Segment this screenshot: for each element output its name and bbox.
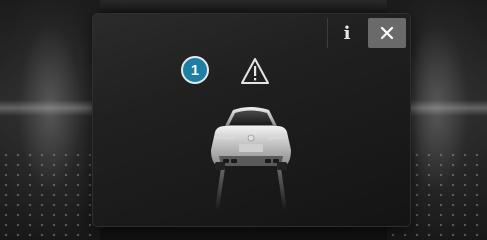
info-button[interactable]: i (327, 18, 366, 48)
close-button[interactable] (368, 18, 406, 48)
dialog-toolbar: i (327, 18, 406, 48)
callout-badge: 1 (181, 56, 209, 84)
left-panel-highlight (0, 100, 100, 116)
info-icon: i (343, 22, 351, 44)
left-dashboard-panel (0, 0, 100, 240)
left-speaker-grille (0, 150, 100, 240)
close-icon (380, 26, 394, 40)
car-rear-icon (211, 107, 291, 210)
warning-triangle-icon (241, 58, 269, 84)
callout-number: 1 (190, 61, 200, 79)
warning-dialog: i 1 (93, 14, 410, 226)
infotainment-screen: i 1 (0, 0, 487, 240)
